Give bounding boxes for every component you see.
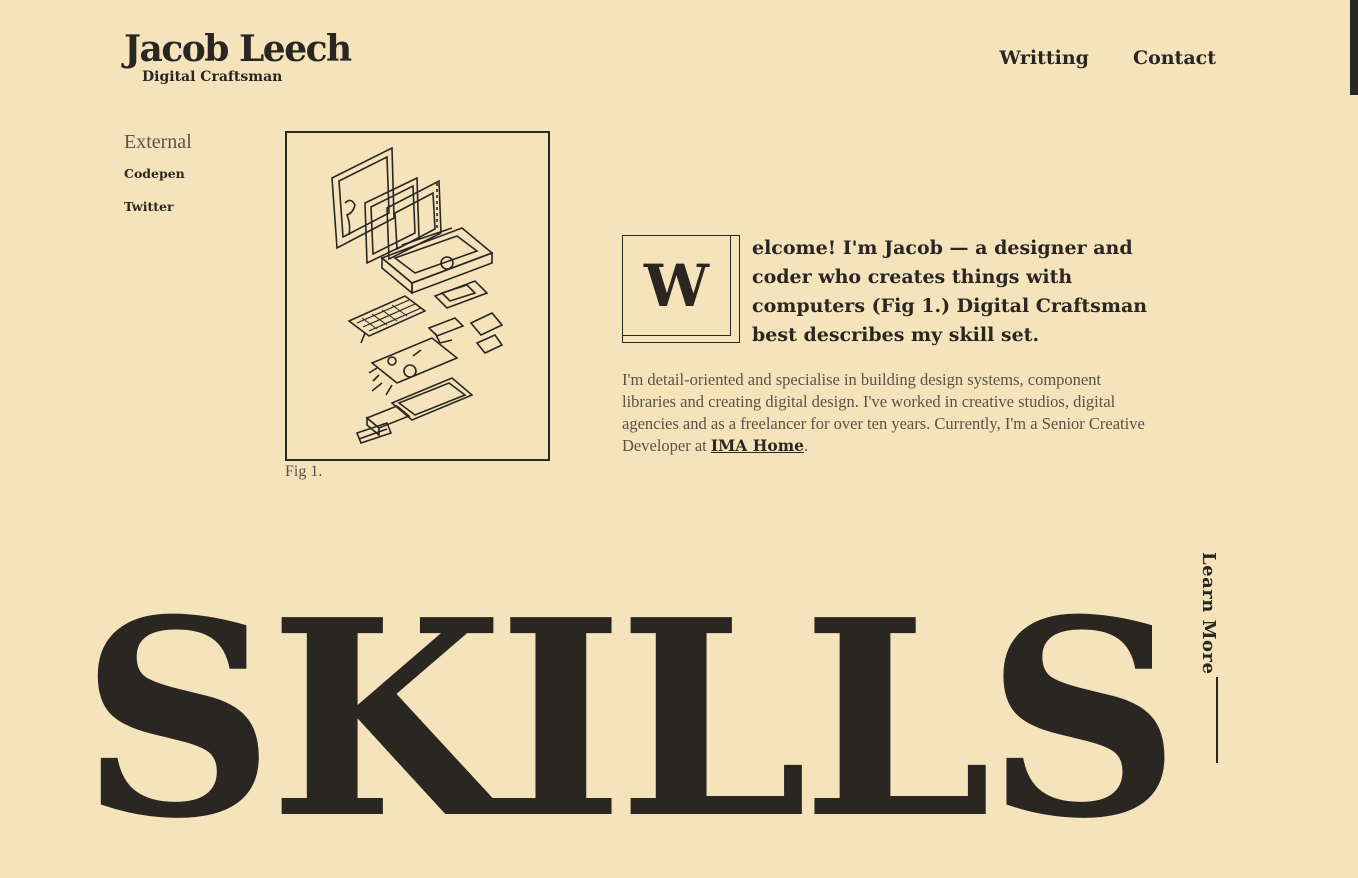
main-nav: Writting Contact	[999, 47, 1216, 69]
drop-cap-letter: W	[623, 236, 731, 336]
nav-link-contact[interactable]: Contact	[1133, 47, 1216, 69]
company-link[interactable]: IMA Home	[711, 436, 804, 455]
intro-body-text: I'm detail-oriented and specialise in bu…	[622, 370, 1145, 455]
learn-more-link[interactable]: Learn More	[1198, 552, 1219, 674]
intro-body-end: .	[803, 436, 809, 455]
nav-link-writing[interactable]: Writting	[999, 47, 1089, 69]
drop-cap: W	[622, 235, 740, 343]
figure-caption: Fig 1.	[285, 463, 323, 480]
scrollbar-thumb[interactable]	[1350, 0, 1358, 95]
external-links: External Codepen Twitter	[124, 131, 192, 232]
intro-lead: elcome! I'm Jacob — a designer and coder…	[752, 237, 1148, 346]
intro-body: I'm detail-oriented and specialise in bu…	[622, 369, 1152, 457]
site-tagline: Digital Craftsman	[142, 69, 283, 85]
twitter-link[interactable]: Twitter	[124, 199, 192, 214]
exploded-laptop-illustration	[331, 146, 504, 444]
learn-more-line	[1216, 677, 1218, 763]
site-title: Jacob Leech	[124, 28, 352, 70]
skills-heading: SKILLS	[80, 560, 1181, 878]
laptop-figure	[285, 131, 550, 461]
external-heading: External	[124, 131, 192, 153]
site-brand[interactable]: Jacob Leech Digital Craftsman	[124, 28, 352, 85]
codepen-link[interactable]: Codepen	[124, 166, 192, 181]
